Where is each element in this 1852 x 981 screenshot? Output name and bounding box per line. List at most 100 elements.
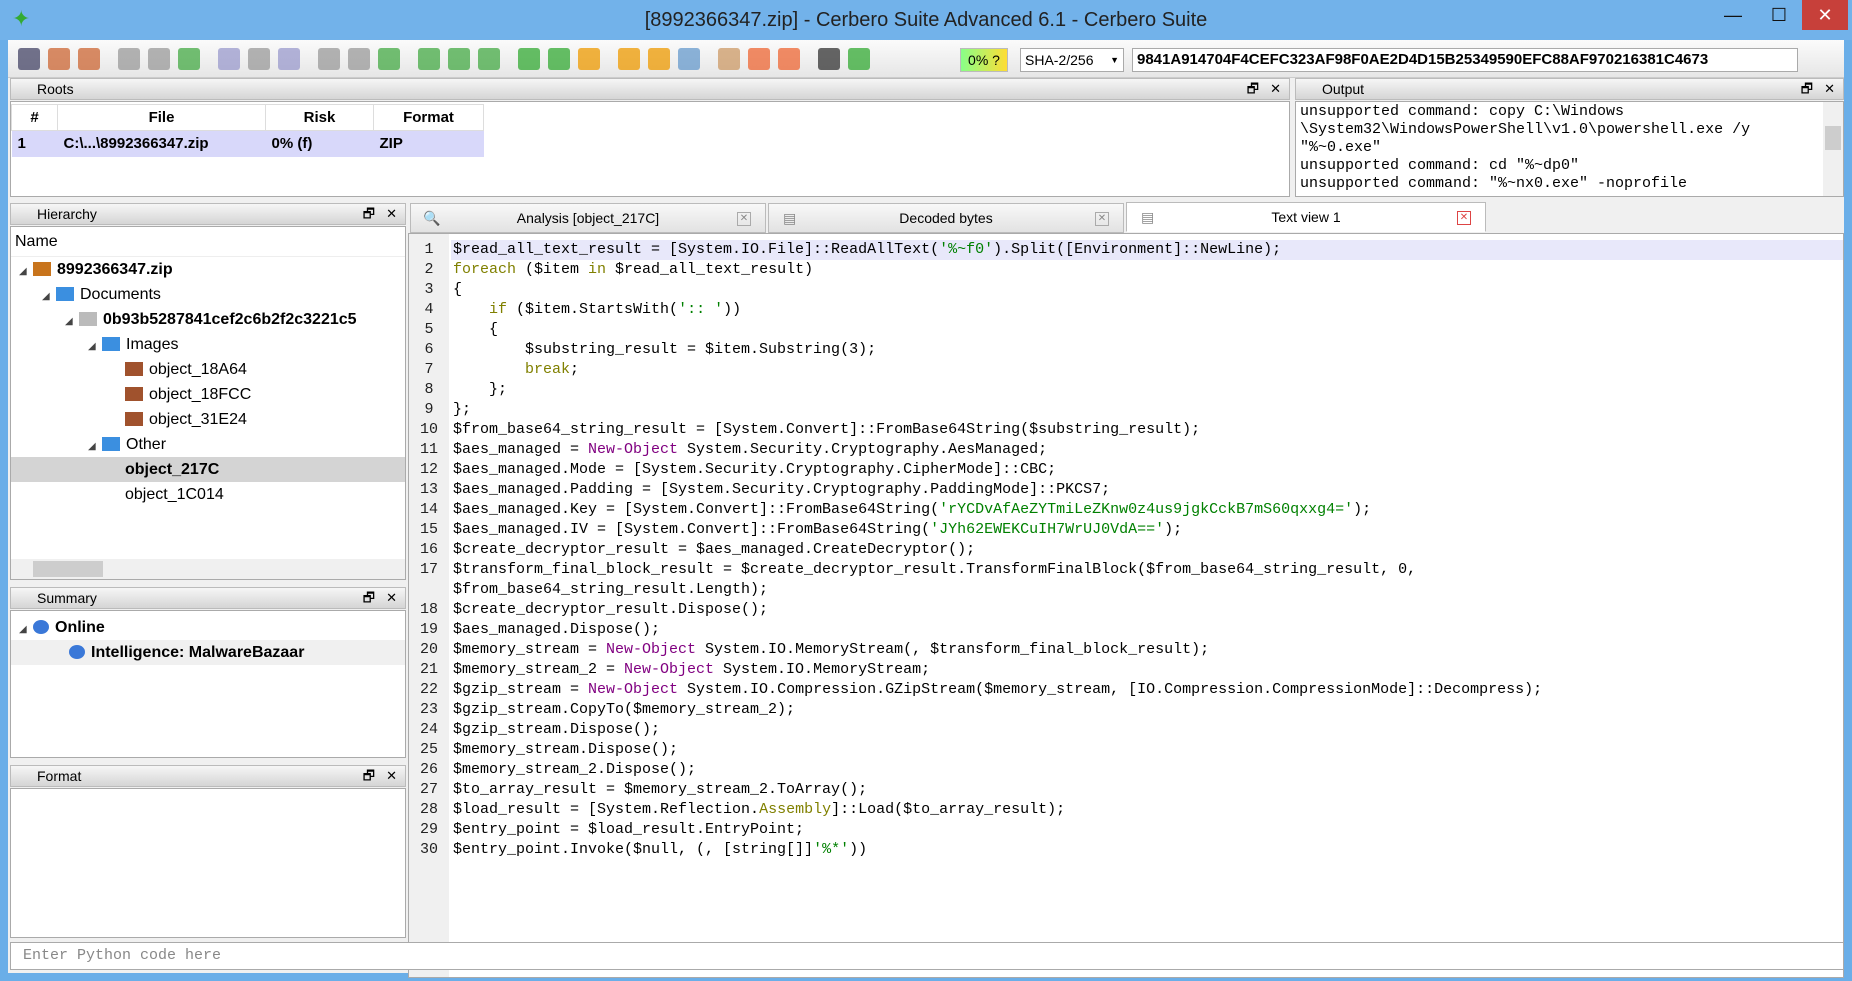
- summary-item-online[interactable]: ◢ Online: [11, 615, 405, 640]
- toolbar-button[interactable]: [578, 48, 600, 70]
- code-line: break;: [453, 360, 579, 380]
- line-number: 20: [419, 641, 438, 658]
- tab-analysis[interactable]: 🔍 Analysis [object_217C] ✕: [410, 203, 766, 233]
- column-header[interactable]: #: [11, 104, 58, 131]
- tree-item[interactable]: ◢ 0b93b5287841cef2c6b2f2c3221c5: [11, 307, 405, 332]
- line-number: 15: [419, 521, 438, 538]
- tree-item-label: object_18A64: [149, 361, 247, 378]
- toolbar-button[interactable]: [248, 48, 270, 70]
- toolbar-button[interactable]: [818, 48, 840, 70]
- column-header[interactable]: Risk: [265, 104, 374, 131]
- toolbar-button[interactable]: [848, 48, 870, 70]
- tree-item[interactable]: ◢ 8992366347.zip: [11, 257, 405, 282]
- toolbar-button[interactable]: [548, 48, 570, 70]
- tree-item[interactable]: ◢ Other: [11, 432, 405, 457]
- tree-item[interactable]: object_217C: [11, 457, 405, 482]
- close-button[interactable]: ✕: [1802, 0, 1848, 30]
- hash-algorithm-select[interactable]: SHA-2/256 ▼: [1020, 48, 1124, 72]
- expand-icon[interactable]: ◢: [19, 259, 33, 284]
- code-token: $from_base64_string_result = [System.Con…: [453, 421, 1201, 438]
- code-line: $from_base64_string_result = [System.Con…: [453, 420, 1200, 440]
- float-icon[interactable]: 🗗: [363, 204, 375, 224]
- toolbar-button[interactable]: [318, 48, 340, 70]
- float-icon[interactable]: 🗗: [363, 766, 375, 786]
- toolbar-button[interactable]: [678, 48, 700, 70]
- tree-item[interactable]: object_31E24: [11, 407, 405, 432]
- close-icon[interactable]: ✕: [1824, 79, 1835, 99]
- tree-item[interactable]: object_1C014: [11, 482, 405, 507]
- toolbar-button[interactable]: [18, 48, 40, 70]
- minimize-button[interactable]: —: [1710, 0, 1756, 30]
- code-token: )): [723, 301, 742, 318]
- toolbar-button[interactable]: [218, 48, 240, 70]
- expand-icon[interactable]: ◢: [19, 617, 33, 642]
- toolbar-button[interactable]: [478, 48, 500, 70]
- output-scrollbar[interactable]: [1823, 102, 1843, 196]
- column-header[interactable]: File: [57, 104, 266, 131]
- toolbar-button[interactable]: [418, 48, 440, 70]
- text-editor[interactable]: 1 $read_all_text_result = [System.IO.File…: [408, 233, 1844, 978]
- toolbar-button[interactable]: [348, 48, 370, 70]
- line-number: 30: [419, 841, 438, 858]
- tab-decoded-bytes[interactable]: ▤ Decoded bytes ✕: [768, 203, 1124, 233]
- folder-icon: [56, 287, 74, 301]
- toolbar-button[interactable]: [48, 48, 70, 70]
- toolbar-button[interactable]: [178, 48, 200, 70]
- tree-item-label: object_1C014: [125, 486, 224, 503]
- name-column-header[interactable]: Name: [11, 227, 405, 257]
- toolbar-button[interactable]: [118, 48, 140, 70]
- code-token: $entry_point.Invoke($null, (, [string[]]: [453, 841, 814, 858]
- expand-icon[interactable]: ◢: [88, 434, 102, 459]
- tree-item[interactable]: ◢ Images: [11, 332, 405, 357]
- close-tab-icon[interactable]: ✕: [1095, 212, 1109, 226]
- line-number: 1: [424, 241, 434, 258]
- code-line: };: [453, 380, 507, 400]
- close-icon[interactable]: ✕: [386, 766, 397, 786]
- code-line: $memory_stream = New-Object System.IO.Me…: [453, 640, 1209, 660]
- toolbar-button[interactable]: [448, 48, 470, 70]
- float-icon[interactable]: 🗗: [363, 588, 375, 608]
- close-icon[interactable]: ✕: [386, 204, 397, 224]
- toolbar-button[interactable]: [278, 48, 300, 70]
- code-token: New-Object: [606, 641, 697, 658]
- toolbar-button[interactable]: [378, 48, 400, 70]
- close-icon[interactable]: ✕: [1270, 79, 1281, 99]
- roots-title: Roots: [37, 81, 74, 97]
- expand-icon[interactable]: ◢: [88, 334, 102, 359]
- horizontal-scrollbar[interactable]: [11, 559, 405, 579]
- expand-icon[interactable]: ◢: [42, 284, 56, 309]
- tree-item-label: object_217C: [125, 461, 220, 478]
- toolbar-button[interactable]: [618, 48, 640, 70]
- hash-value-field[interactable]: 9841A914704F4CEFC323AF98F0AE2D4D15B25349…: [1132, 48, 1798, 72]
- toolbar-button[interactable]: [518, 48, 540, 70]
- output-line: "%~0.exe": [1300, 139, 1382, 156]
- code-token: {: [453, 281, 463, 298]
- tree-item[interactable]: object_18A64: [11, 357, 405, 382]
- code-line: $aes_managed.Key = [System.Convert]::Fro…: [453, 500, 1371, 520]
- toolbar-button[interactable]: [648, 48, 670, 70]
- close-tab-icon[interactable]: ✕: [737, 212, 751, 226]
- toolbar-button[interactable]: [78, 48, 100, 70]
- code-token: $aes_managed.Mode = [System.Security.Cry…: [453, 461, 1057, 478]
- tree-item[interactable]: object_18FCC: [11, 382, 405, 407]
- table-row[interactable]: 1 C:\...\8992366347.zip 0% (f) ZIP: [11, 130, 484, 157]
- code-line: $gzip_stream.CopyTo($memory_stream_2);: [453, 700, 795, 720]
- tree-item[interactable]: ◢ Documents: [11, 282, 405, 307]
- summary-item-intelligence[interactable]: Intelligence: MalwareBazaar: [11, 640, 405, 665]
- toolbar-button[interactable]: [778, 48, 800, 70]
- float-icon[interactable]: 🗗: [1247, 79, 1259, 99]
- close-tab-icon[interactable]: ✕: [1457, 211, 1471, 225]
- close-icon[interactable]: ✕: [386, 588, 397, 608]
- float-icon[interactable]: 🗗: [1801, 79, 1813, 99]
- code-token: System.Security.Cryptography.AesManaged;: [678, 441, 1048, 458]
- maximize-button[interactable]: ☐: [1756, 0, 1802, 30]
- python-input[interactable]: Enter Python code here: [10, 942, 1844, 970]
- expand-icon[interactable]: ◢: [65, 309, 79, 334]
- column-header[interactable]: Format: [373, 104, 484, 131]
- toolbar-button[interactable]: [718, 48, 740, 70]
- code-line: $transform_final_block_result = $create_…: [453, 560, 1416, 580]
- toolbar-button[interactable]: [748, 48, 770, 70]
- tab-text-view[interactable]: ▤ Text view 1 ✕: [1126, 202, 1486, 232]
- toolbar-button[interactable]: [148, 48, 170, 70]
- code-token: in: [588, 261, 607, 278]
